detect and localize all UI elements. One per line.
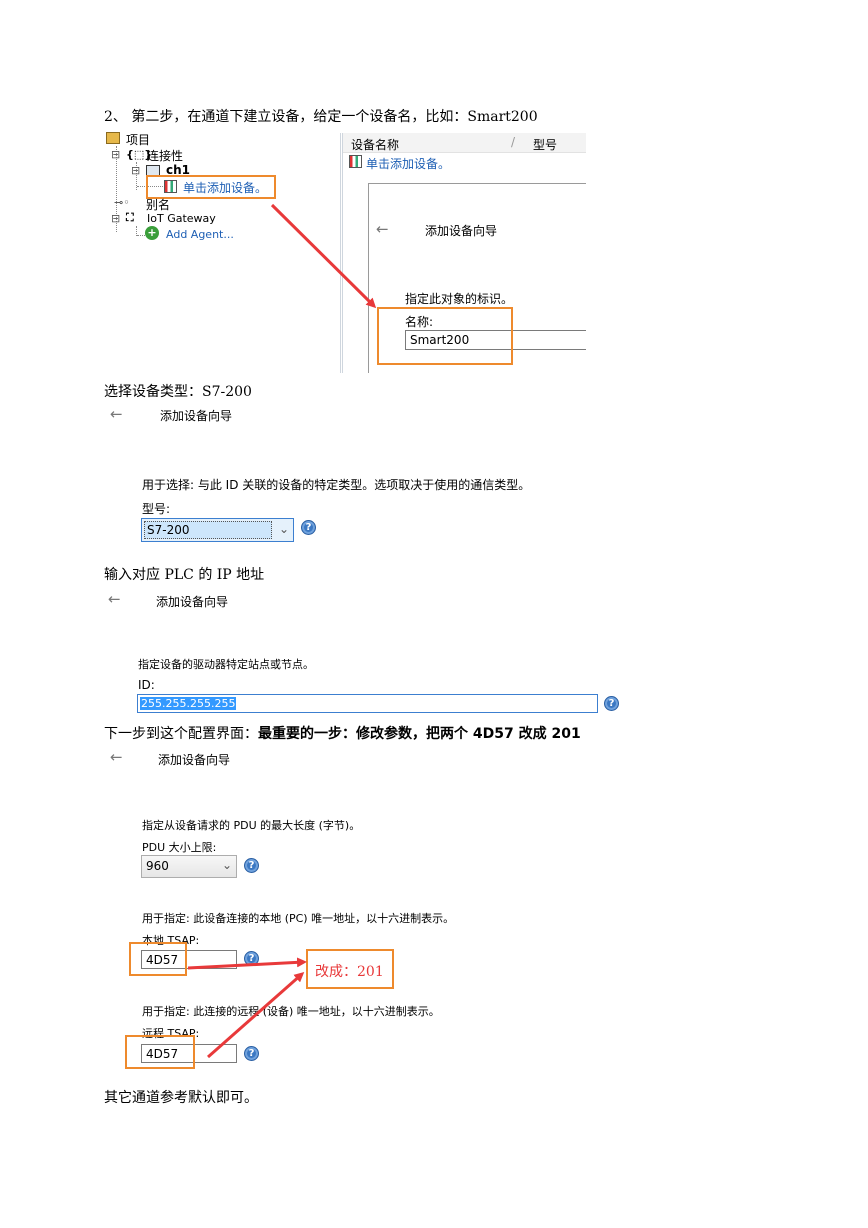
arrow-to-name-field [270,203,377,309]
arrow-remote-tsap [207,972,305,1059]
annotation-arrows [187,203,377,1059]
footer-note: 其它通道参考默认即可。 [104,1090,258,1106]
arrow-local-tsap [187,957,307,970]
